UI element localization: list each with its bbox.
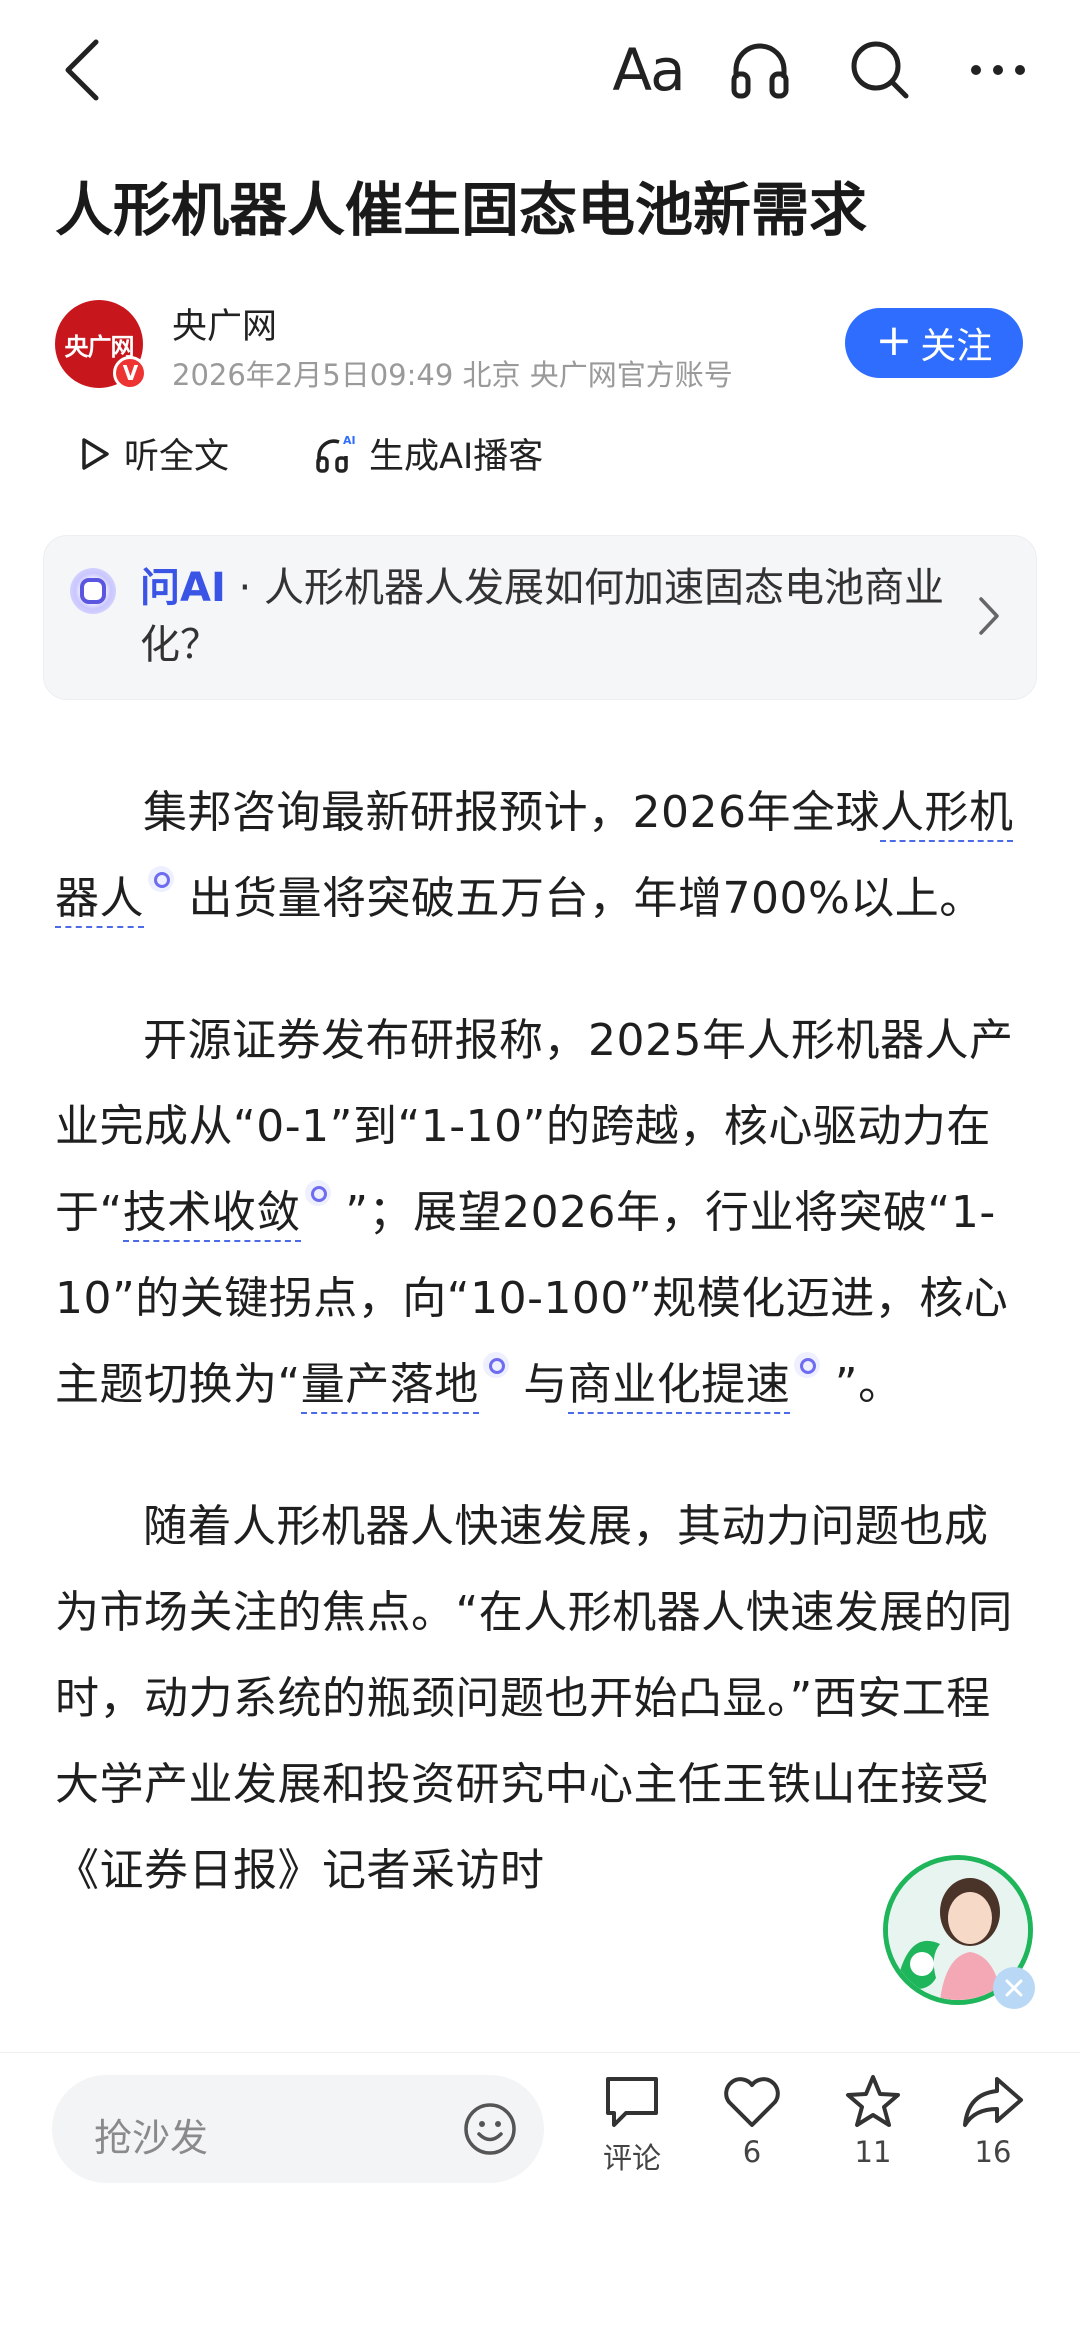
p2-text-d: ”。 <box>820 1359 903 1410</box>
ai-podcast-button[interactable]: AI 生成AI播客 <box>315 428 543 479</box>
top-bar: Aa <box>0 0 1080 140</box>
share-button[interactable]: 16 <box>948 2073 1038 2169</box>
listen-full-text-button[interactable]: 听全文 <box>80 428 229 479</box>
favorite-button[interactable]: 11 <box>828 2073 918 2169</box>
search-button[interactable] <box>840 30 920 110</box>
p1-text-a: 集邦咨询最新研报预计，2026年全球 <box>143 787 880 838</box>
publish-meta: 2026年2月5日09:49 北京 央广网官方账号 <box>172 358 733 392</box>
search-icon <box>851 41 909 99</box>
bottom-action-bar: 抢沙发 评论 6 11 16 <box>0 2052 1080 2326</box>
comment-placeholder: 抢沙发 <box>94 2116 209 2160</box>
follow-label: 关注 <box>920 326 993 367</box>
article-page: Aa 人形机器人催生固态电池新需求 央广网 V 央广网 2026年2月5日09:… <box>0 0 1080 2326</box>
headphone-icon <box>731 43 789 99</box>
comment-button[interactable]: 评论 <box>587 2073 677 2177</box>
heart-icon <box>724 2077 780 2127</box>
article-body: 集邦咨询最新研报预计，2026年全球人形机器人 出货量将突破五万台，年增700%… <box>55 770 1030 1970</box>
plus-icon: + <box>875 315 913 366</box>
ai-keyword-icon[interactable] <box>794 1352 821 1378</box>
ai-keyword-icon[interactable] <box>304 1180 331 1206</box>
comment-input[interactable]: 抢沙发 <box>52 2075 544 2183</box>
chevron-left-icon <box>65 39 99 101</box>
ask-ai-text: 问AI · 人形机器人发展如何加速固态电池商业化？ <box>140 560 970 674</box>
verified-badge: V <box>113 356 147 390</box>
ai-orb-icon <box>70 568 116 614</box>
ai-keyword-icon[interactable] <box>482 1352 509 1378</box>
ask-ai-prefix: 问AI <box>140 565 226 611</box>
ai-keyword-icon[interactable] <box>148 866 174 892</box>
p2-text-c: 与 <box>508 1359 568 1410</box>
article-title: 人形机器人催生固态电池新需求 <box>55 176 868 244</box>
share-count: 16 <box>974 2135 1012 2169</box>
svg-text:AI: AI <box>343 434 356 447</box>
p1-text-b: 出货量将突破五万台，年增700%以上。 <box>174 873 984 924</box>
follow-button[interactable]: + 关注 <box>845 308 1023 378</box>
comment-icon <box>606 2077 658 2127</box>
paragraph-2: 开源证券发布研报称，2025年人形机器人产业完成从“0-1”到“1-10”的跨越… <box>55 998 1030 1428</box>
share-icon <box>963 2077 1023 2127</box>
chevron-right-icon <box>979 597 999 635</box>
close-widget-button[interactable] <box>993 1967 1035 2009</box>
ai-headphone-icon: AI <box>316 434 356 473</box>
author-name[interactable]: 央广网 <box>172 298 277 349</box>
listen-button[interactable] <box>720 30 800 110</box>
favorite-count: 11 <box>854 2135 892 2169</box>
keyword-link-tech-convergence[interactable]: 技术收敛 <box>122 1187 301 1242</box>
paragraph-3: 随着人形机器人快速发展，其动力问题也成为市场关注的焦点。“在人形机器人快速发展的… <box>55 1501 1013 1896</box>
more-button[interactable] <box>958 30 1038 110</box>
like-count: 6 <box>742 2135 762 2169</box>
star-icon <box>846 2075 900 2127</box>
ask-ai-card[interactable]: 问AI · 人形机器人发展如何加速固态电池商业化？ <box>43 535 1037 700</box>
font-size-button[interactable]: Aa <box>603 30 693 110</box>
close-icon <box>1005 1979 1023 1997</box>
keyword-link-commercialization[interactable]: 商业化提速 <box>567 1359 791 1414</box>
keyword-link-mass-production[interactable]: 量产落地 <box>300 1359 479 1414</box>
like-button[interactable]: 6 <box>707 2073 797 2169</box>
more-icon <box>971 65 1025 75</box>
play-icon <box>82 437 109 470</box>
author-avatar[interactable]: 央广网 V <box>55 300 147 390</box>
smile-icon[interactable] <box>462 2101 518 2157</box>
listen-label: 听全文 <box>124 437 230 477</box>
comment-label: 评论 <box>602 2141 661 2175</box>
paragraph-1: 集邦咨询最新研报预计，2026年全球人形机器人 出货量将突破五万台，年增700%… <box>55 770 1030 942</box>
podcast-label: 生成AI播客 <box>369 437 544 477</box>
back-button[interactable] <box>42 30 122 110</box>
ask-ai-separator: · <box>225 565 264 611</box>
